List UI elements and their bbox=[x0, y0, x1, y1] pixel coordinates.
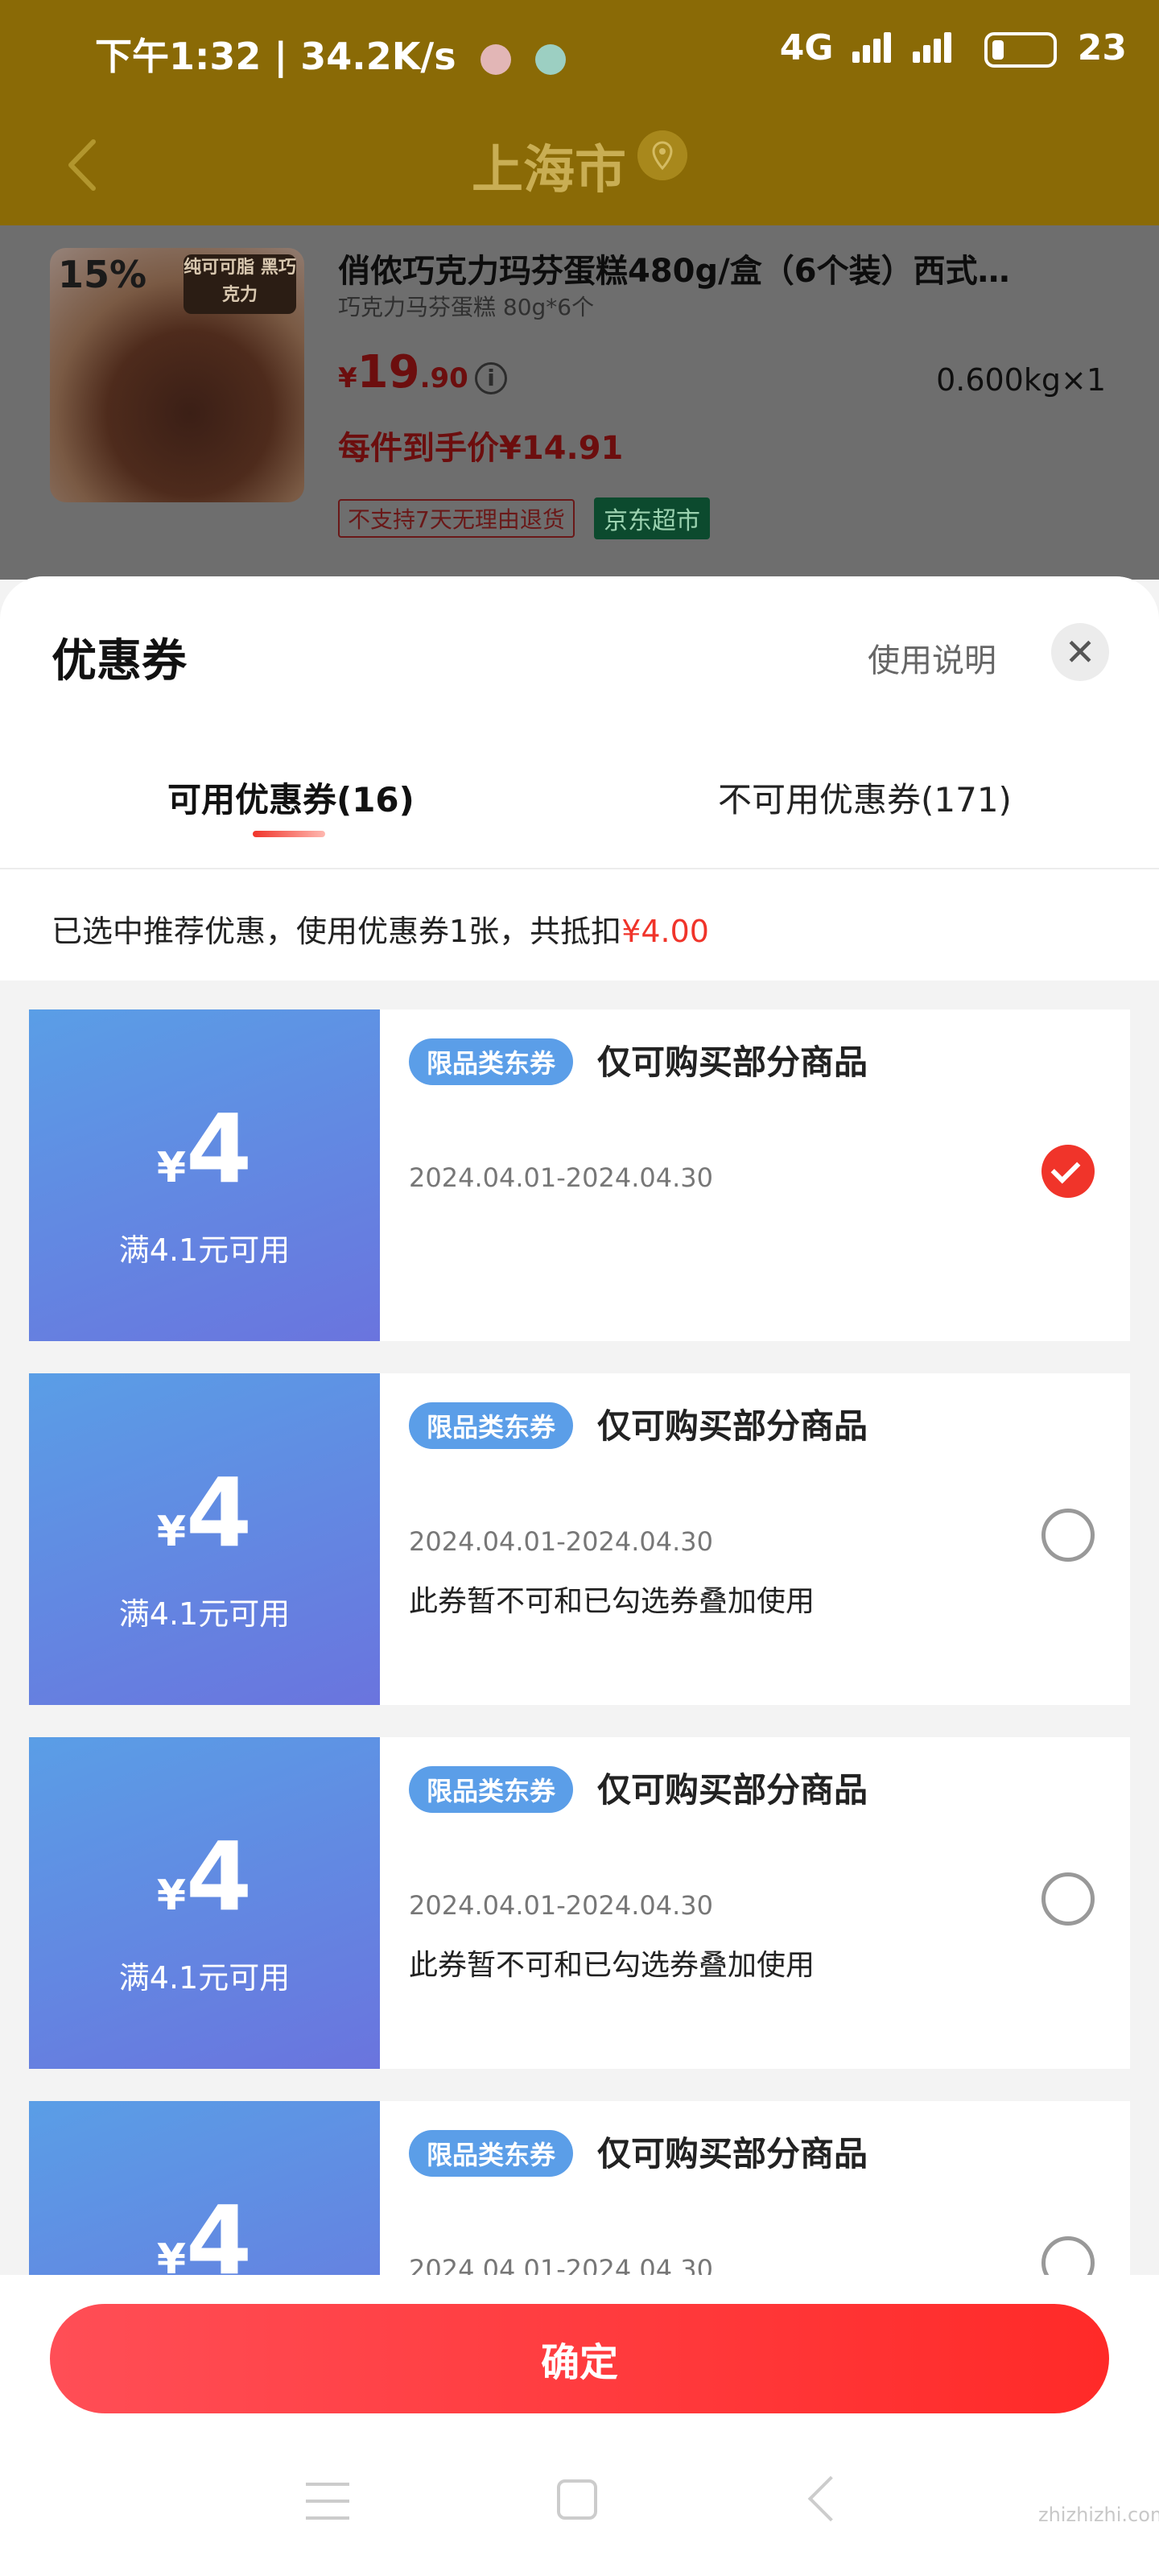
coupon-value-panel: ¥4 满4.1元可用 bbox=[29, 1737, 380, 2069]
price-integer: 19 bbox=[357, 346, 420, 398]
image-tag-label: 纯可可脂 黑巧克力 bbox=[184, 254, 296, 314]
coupon-amount: ¥4 bbox=[29, 1821, 380, 1932]
final-price: 每件到手价¥14.91 bbox=[338, 430, 624, 467]
sheet-header: 优惠券 使用说明 ✕ 可用优惠券(16) 不可用优惠券(171) bbox=[0, 576, 1159, 868]
coupon-title: 仅可购买部分商品 bbox=[597, 1770, 868, 1810]
coupon-amount-value: 4 bbox=[186, 1821, 253, 1932]
coupon-title: 仅可购买部分商品 bbox=[597, 1042, 868, 1082]
weather-icon bbox=[534, 43, 566, 75]
confirm-button[interactable]: 确定 bbox=[50, 2304, 1109, 2413]
coupon-amount: ¥4 bbox=[29, 1457, 380, 1568]
coupon-currency: ¥ bbox=[156, 1144, 187, 1192]
active-tab-indicator bbox=[253, 831, 325, 837]
coupon-checkbox[interactable] bbox=[1041, 1872, 1095, 1926]
product-image: 15% 纯可可脂 黑巧克力 bbox=[50, 248, 304, 502]
status-time: 下午1:32 | 34.2K/s bbox=[95, 27, 566, 80]
coupon-card[interactable]: ¥4 满4.1元可用 限品类东券 仅可购买部分商品 2024.04.01-202… bbox=[29, 1009, 1130, 1341]
sheet-title: 优惠券 bbox=[52, 635, 187, 687]
summary-label: 已选中推荐优惠，使用优惠券1张，共抵扣 bbox=[52, 914, 622, 949]
back-arrow-icon[interactable] bbox=[60, 137, 108, 193]
coupon-title: 仅可购买部分商品 bbox=[597, 2134, 868, 2174]
signal-icon bbox=[852, 31, 894, 72]
close-button[interactable]: ✕ bbox=[1051, 623, 1109, 681]
coupon-validity: 2024.04.01-2024.04.30 bbox=[409, 1526, 713, 1557]
signal-icon-2 bbox=[913, 31, 955, 72]
product-subtitle: 巧克力马芬蛋糕 80g*6个 bbox=[338, 294, 595, 320]
location-title[interactable]: 上海市 bbox=[472, 129, 626, 203]
battery-level: 23 bbox=[1077, 27, 1127, 68]
status-indicators: 4G 23 bbox=[780, 27, 1127, 72]
coupon-type-badge: 限品类东券 bbox=[409, 2130, 574, 2177]
selection-summary: 已选中推荐优惠，使用优惠券1张，共抵扣¥4.00 bbox=[0, 868, 1159, 980]
status-time-text: 下午1:32 | 34.2K/s bbox=[95, 35, 456, 78]
coupon-title: 仅可购买部分商品 bbox=[597, 1406, 868, 1446]
usage-help-link[interactable]: 使用说明 bbox=[868, 634, 996, 681]
price-decimal: .90 bbox=[419, 362, 468, 394]
coupon-note: 此券暂不可和已勾选券叠加使用 bbox=[409, 1585, 815, 1618]
battery-icon bbox=[984, 32, 1058, 68]
back-nav-icon[interactable] bbox=[807, 2475, 854, 2522]
price-info-icon[interactable]: i bbox=[475, 362, 507, 394]
coupon-validity: 2024.04.01-2024.04.30 bbox=[409, 1162, 713, 1193]
coupon-amount-value: 4 bbox=[186, 1457, 253, 1568]
coupon-amount: ¥4 bbox=[29, 1093, 380, 1204]
coupon-condition: 满4.1元可用 bbox=[118, 1596, 291, 1632]
summary-amount: ¥4.00 bbox=[621, 914, 709, 949]
menu-nav-icon[interactable] bbox=[306, 2483, 349, 2520]
coupon-validity: 2024.04.01-2024.04.30 bbox=[409, 1890, 713, 1921]
coupon-type-badge: 限品类东券 bbox=[409, 1038, 574, 1085]
tab-unavailable-coupons[interactable]: 不可用优惠券(171) bbox=[718, 773, 1012, 822]
product-title: 俏侬巧克力玛芬蛋糕480g/盒（6个装）西式… bbox=[338, 253, 1010, 290]
coupon-condition: 满4.1元可用 bbox=[118, 1960, 291, 1996]
coupon-value-panel: ¥4 满4.1元可用 bbox=[29, 1009, 380, 1341]
coupon-type-badge: 限品类东券 bbox=[409, 1766, 574, 1813]
image-percent-label: 15% bbox=[58, 253, 147, 296]
app-notification-icon bbox=[480, 43, 511, 75]
coupon-condition: 满4.1元可用 bbox=[118, 1232, 291, 1268]
watermark: zhizhizhi.com bbox=[1038, 2504, 1159, 2526]
coupon-checkbox[interactable] bbox=[1041, 1509, 1095, 1562]
product-weight-qty: 0.600kg×1 bbox=[936, 362, 1106, 398]
coupon-value-panel: ¥4 满4.1元可用 bbox=[29, 1373, 380, 1705]
top-header: 上海市 bbox=[0, 105, 1159, 225]
coupon-currency: ¥ bbox=[156, 1872, 187, 1920]
coupon-card[interactable]: ¥4 满4.1元可用 限品类东券 仅可购买部分商品 2024.04.01-202… bbox=[29, 1373, 1130, 1705]
summary-text: 已选中推荐优惠，使用优惠券1张，共抵扣¥4.00 bbox=[52, 906, 709, 951]
product-price: ¥19.90 bbox=[338, 346, 468, 398]
coupon-currency: ¥ bbox=[156, 1508, 187, 1556]
store-tag: 京东超市 bbox=[594, 497, 710, 539]
coupon-card[interactable]: ¥4 满4.1元可用 限品类东券 仅可购买部分商品 2024.04.01-202… bbox=[29, 1737, 1130, 2069]
location-pin-icon[interactable] bbox=[637, 130, 687, 180]
product-summary: 15% 纯可可脂 黑巧克力 俏侬巧克力玛芬蛋糕480g/盒（6个装）西式… 巧克… bbox=[0, 225, 1159, 580]
coupon-type-badge: 限品类东券 bbox=[409, 1402, 574, 1449]
network-type: 4G bbox=[779, 27, 834, 68]
bottom-action-bar: 确定 bbox=[0, 2275, 1159, 2576]
price-currency: ¥ bbox=[338, 362, 357, 394]
tab-available-coupons[interactable]: 可用优惠券(16) bbox=[167, 773, 415, 822]
coupon-checkbox-checked[interactable] bbox=[1041, 1145, 1095, 1198]
return-policy-tag: 不支持7天无理由退货 bbox=[338, 499, 575, 538]
home-nav-icon[interactable] bbox=[557, 2479, 597, 2520]
status-bar: 下午1:32 | 34.2K/s 4G 23 bbox=[0, 0, 1159, 105]
coupon-note: 此券暂不可和已勾选券叠加使用 bbox=[409, 1949, 815, 1982]
coupon-amount-value: 4 bbox=[186, 1093, 253, 1204]
